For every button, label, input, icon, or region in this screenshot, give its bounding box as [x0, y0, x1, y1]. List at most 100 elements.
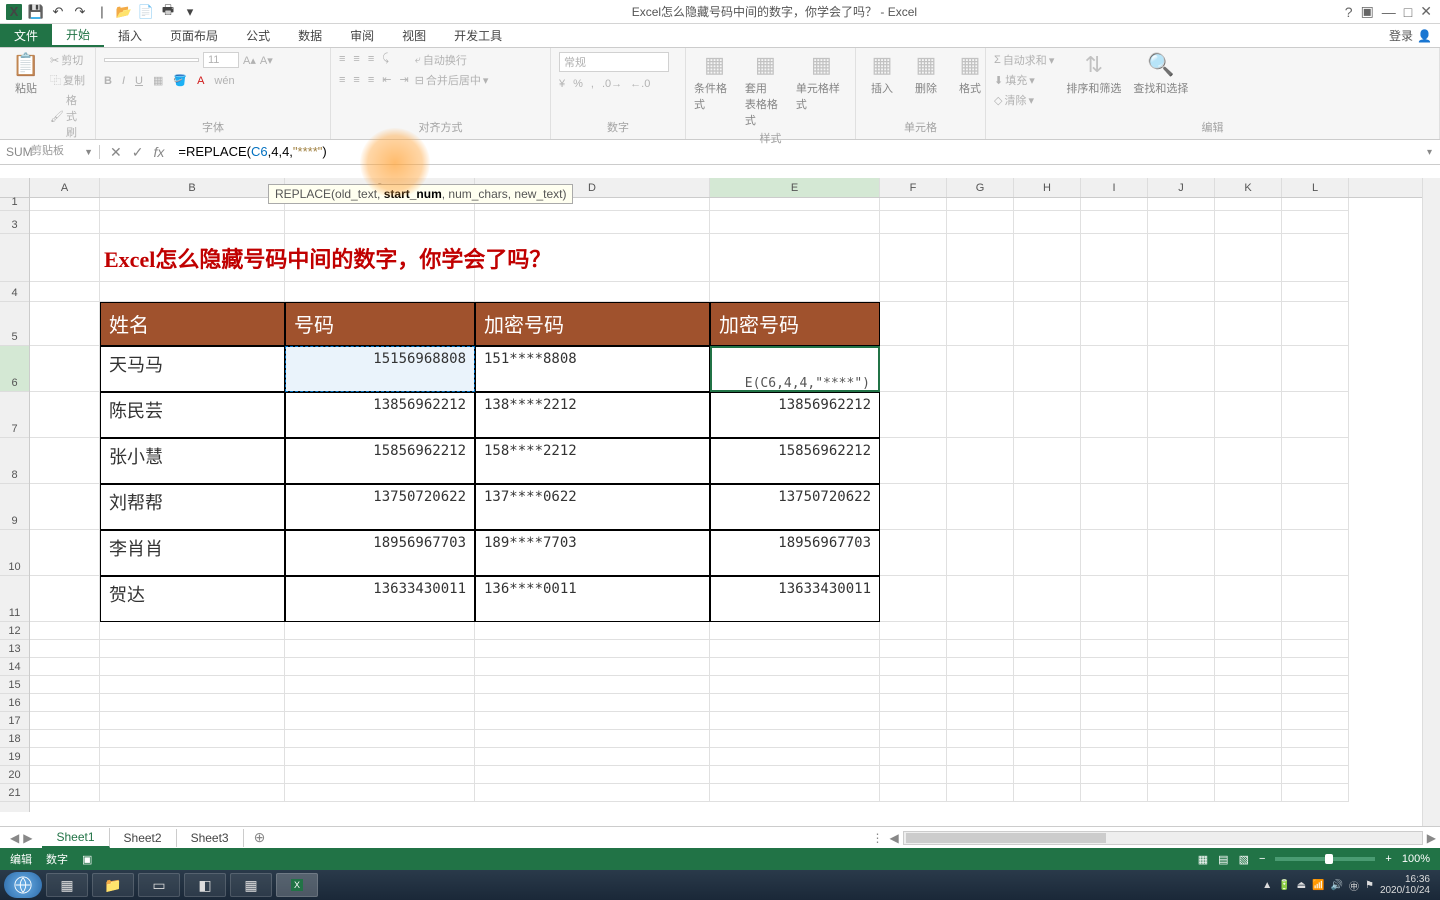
cell-C16[interactable] — [285, 694, 475, 712]
cell-L17[interactable] — [1282, 712, 1349, 730]
cell-E19[interactable] — [710, 748, 880, 766]
cell-K9[interactable] — [1215, 484, 1282, 530]
cell-mask-2[interactable]: 158****2212 — [475, 438, 710, 484]
cell-C18[interactable] — [285, 730, 475, 748]
orientation-icon[interactable]: ⤹ — [382, 52, 389, 65]
hsb-left-icon[interactable]: ◀ — [890, 831, 903, 845]
close-icon[interactable]: ✕ — [1420, 3, 1432, 20]
cell-K11[interactable] — [1215, 576, 1282, 622]
cell-A6[interactable] — [30, 346, 100, 392]
cell-L13[interactable] — [1282, 640, 1349, 658]
cell-mask-5[interactable]: 136****0011 — [475, 576, 710, 622]
cell-J13[interactable] — [1148, 640, 1215, 658]
cell-B19[interactable] — [100, 748, 285, 766]
cell-C19[interactable] — [285, 748, 475, 766]
col-header-K[interactable]: K — [1215, 178, 1282, 197]
sheet-tab-3[interactable]: Sheet3 — [177, 829, 244, 847]
cell-I[interactable] — [1081, 234, 1148, 282]
cell-H1[interactable] — [1014, 198, 1081, 211]
cell-I14[interactable] — [1081, 658, 1148, 676]
row-header-11[interactable]: 11 — [0, 576, 29, 622]
cell-num-5[interactable]: 13633430011 — [285, 576, 475, 622]
cell-num-1[interactable]: 13856962212 — [285, 392, 475, 438]
cell-enc-2[interactable]: 15856962212 — [710, 438, 880, 484]
tab-review[interactable]: 审阅 — [336, 24, 388, 47]
row-header-19[interactable]: 19 — [0, 748, 29, 766]
merge-center-button[interactable]: ⊟ 合并后居中 ▾ — [415, 72, 489, 88]
cell-K17[interactable] — [1215, 712, 1282, 730]
cell-styles-button[interactable]: ▦单元格样式 — [796, 52, 847, 112]
cell-I18[interactable] — [1081, 730, 1148, 748]
cell-K16[interactable] — [1215, 694, 1282, 712]
cell-I6[interactable] — [1081, 346, 1148, 392]
save-icon[interactable]: 💾 — [28, 4, 44, 20]
new-sheet-button[interactable]: ⊕ — [244, 829, 276, 846]
cell-mask-1[interactable]: 138****2212 — [475, 392, 710, 438]
cell-J15[interactable] — [1148, 676, 1215, 694]
cell-J16[interactable] — [1148, 694, 1215, 712]
font-color-button[interactable]: A — [197, 75, 204, 87]
fill-color-button[interactable]: 🪣 — [173, 74, 187, 87]
align-bot-icon[interactable]: ≡ — [368, 53, 374, 65]
cell-D12[interactable] — [475, 622, 710, 640]
insert-cells-button[interactable]: ▦插入 — [864, 52, 900, 96]
delete-cells-button[interactable]: ▦删除 — [908, 52, 944, 96]
cell-J18[interactable] — [1148, 730, 1215, 748]
align-mid-icon[interactable]: ≡ — [353, 53, 359, 65]
cell-D18[interactable] — [475, 730, 710, 748]
cell-A9[interactable] — [30, 484, 100, 530]
tab-file[interactable]: 文件 — [0, 24, 52, 47]
cell-H6[interactable] — [1014, 346, 1081, 392]
cell-D21[interactable] — [475, 784, 710, 802]
cell-G10[interactable] — [947, 530, 1014, 576]
cell-J19[interactable] — [1148, 748, 1215, 766]
cell-K21[interactable] — [1215, 784, 1282, 802]
cell-L[interactable] — [1282, 234, 1349, 282]
cell-L10[interactable] — [1282, 530, 1349, 576]
percent-icon[interactable]: % — [573, 78, 583, 90]
cell-D3[interactable] — [475, 211, 710, 234]
row-header-12[interactable]: 12 — [0, 622, 29, 640]
cell-F10[interactable] — [880, 530, 947, 576]
cell-name-0[interactable]: 天马马 — [100, 346, 285, 392]
cell-mask-4[interactable]: 189****7703 — [475, 530, 710, 576]
autosum-button[interactable]: Σ 自动求和 ▾ — [994, 52, 1054, 68]
cell-C15[interactable] — [285, 676, 475, 694]
cell-C21[interactable] — [285, 784, 475, 802]
cell-D4[interactable] — [475, 282, 710, 302]
fill-button[interactable]: ⬇ 填充 ▾ — [994, 72, 1054, 88]
row-header-16[interactable]: 16 — [0, 694, 29, 712]
cell-C13[interactable] — [285, 640, 475, 658]
task-app-1[interactable]: ▦ — [46, 873, 88, 897]
cell-B20[interactable] — [100, 766, 285, 784]
cell-G18[interactable] — [947, 730, 1014, 748]
cell-A19[interactable] — [30, 748, 100, 766]
cell-J11[interactable] — [1148, 576, 1215, 622]
cell-J[interactable] — [1148, 234, 1215, 282]
cell-K18[interactable] — [1215, 730, 1282, 748]
cell-K4[interactable] — [1215, 282, 1282, 302]
cell-F6[interactable] — [880, 346, 947, 392]
cell-G19[interactable] — [947, 748, 1014, 766]
login-area[interactable]: 登录 👤 — [1389, 24, 1440, 47]
underline-button[interactable]: U — [135, 75, 143, 87]
tray-network-icon[interactable]: 📶 — [1312, 880, 1324, 891]
sheet-tab-1[interactable]: Sheet1 — [42, 828, 109, 848]
cell-F21[interactable] — [880, 784, 947, 802]
insert-function-button[interactable]: fx — [153, 144, 164, 160]
enter-edit-button[interactable]: ✓ — [132, 144, 144, 161]
cell-L8[interactable] — [1282, 438, 1349, 484]
undo-icon[interactable]: ↶ — [50, 4, 66, 20]
cell-H4[interactable] — [1014, 282, 1081, 302]
cell-A20[interactable] — [30, 766, 100, 784]
cell-C20[interactable] — [285, 766, 475, 784]
italic-button[interactable]: I — [122, 75, 125, 87]
cell-L3[interactable] — [1282, 211, 1349, 234]
cell-L18[interactable] — [1282, 730, 1349, 748]
cell-F9[interactable] — [880, 484, 947, 530]
col-header-F[interactable]: F — [880, 178, 947, 197]
col-header-J[interactable]: J — [1148, 178, 1215, 197]
minimize-icon[interactable]: — — [1382, 4, 1396, 20]
cell-L5[interactable] — [1282, 302, 1349, 346]
cell-A3[interactable] — [30, 211, 100, 234]
